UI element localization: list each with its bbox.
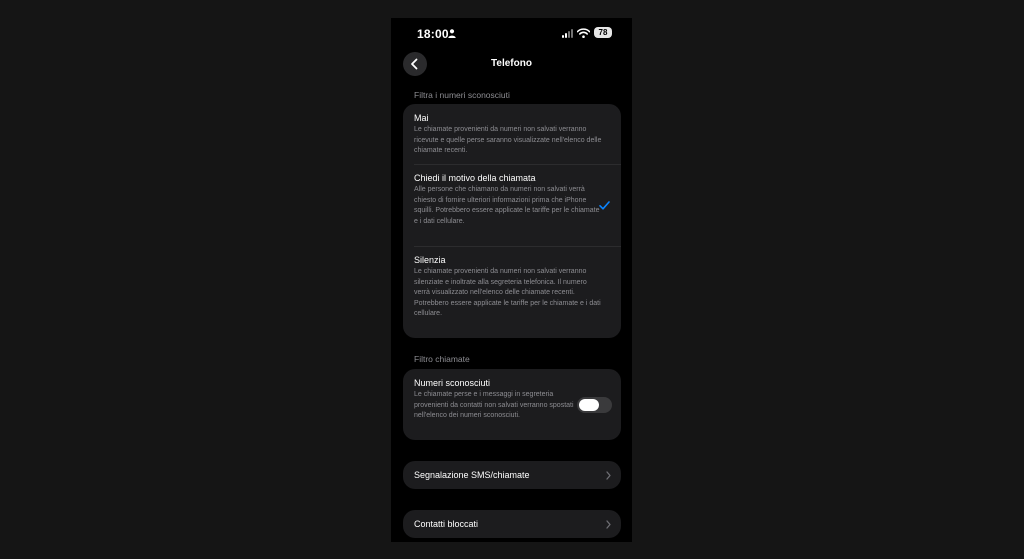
- option-chiedi-motivo[interactable]: Chiedi il motivo della chiamata Alle per…: [414, 172, 604, 227]
- unknown-numbers-setting: Numeri sconosciuti Le chiamate perse e i…: [414, 377, 574, 422]
- option-description: Alle persone che chiamano da numeri non …: [414, 186, 600, 225]
- phone-screen: 18:00 78 Telefono Filtra i numeri sconos…: [391, 18, 632, 542]
- option-mai[interactable]: Mai Le chiamate provenienti da numeri no…: [414, 112, 604, 157]
- person-icon: [448, 29, 456, 38]
- blocked-contacts-label: Contatti bloccati: [414, 519, 479, 529]
- wifi-icon: [577, 28, 590, 38]
- checkmark-icon: [599, 201, 610, 210]
- option-description: Le chiamate provenienti da numeri non sa…: [414, 126, 602, 154]
- chevron-right-icon: [606, 471, 611, 480]
- unknown-filter-header: Filtra i numeri sconosciuti: [414, 90, 510, 100]
- status-bar: 18:00 78: [391, 18, 632, 50]
- divider: [414, 164, 621, 165]
- option-title: Chiedi il motivo della chiamata: [414, 173, 536, 183]
- call-filter-header: Filtro chiamate: [414, 354, 470, 364]
- page-title: Telefono: [491, 58, 532, 69]
- setting-description: Le chiamate perse e i messaggi in segret…: [414, 391, 574, 419]
- signal-icon: [562, 29, 573, 38]
- status-time: 18:00: [417, 27, 449, 41]
- unknown-filter-group: Mai Le chiamate provenienti da numeri no…: [403, 104, 621, 338]
- option-title: Mai: [414, 113, 429, 123]
- option-title: Silenzia: [414, 255, 446, 265]
- toggle-knob: [579, 399, 599, 411]
- blocked-contacts-row[interactable]: Contatti bloccati: [403, 510, 621, 538]
- chevron-right-icon: [606, 520, 611, 529]
- unknown-numbers-toggle[interactable]: [577, 397, 612, 413]
- option-description: Le chiamate provenienti da numeri non sa…: [414, 268, 601, 317]
- setting-title: Numeri sconosciuti: [414, 378, 491, 388]
- divider: [414, 246, 621, 247]
- call-filter-group: Numeri sconosciuti Le chiamate perse e i…: [403, 369, 621, 440]
- battery-indicator: 78: [594, 27, 612, 38]
- option-silenzia[interactable]: Silenzia Le chiamate provenienti da nume…: [414, 254, 604, 320]
- sms-report-row[interactable]: Segnalazione SMS/chiamate: [403, 461, 621, 489]
- sms-report-label: Segnalazione SMS/chiamate: [414, 470, 530, 480]
